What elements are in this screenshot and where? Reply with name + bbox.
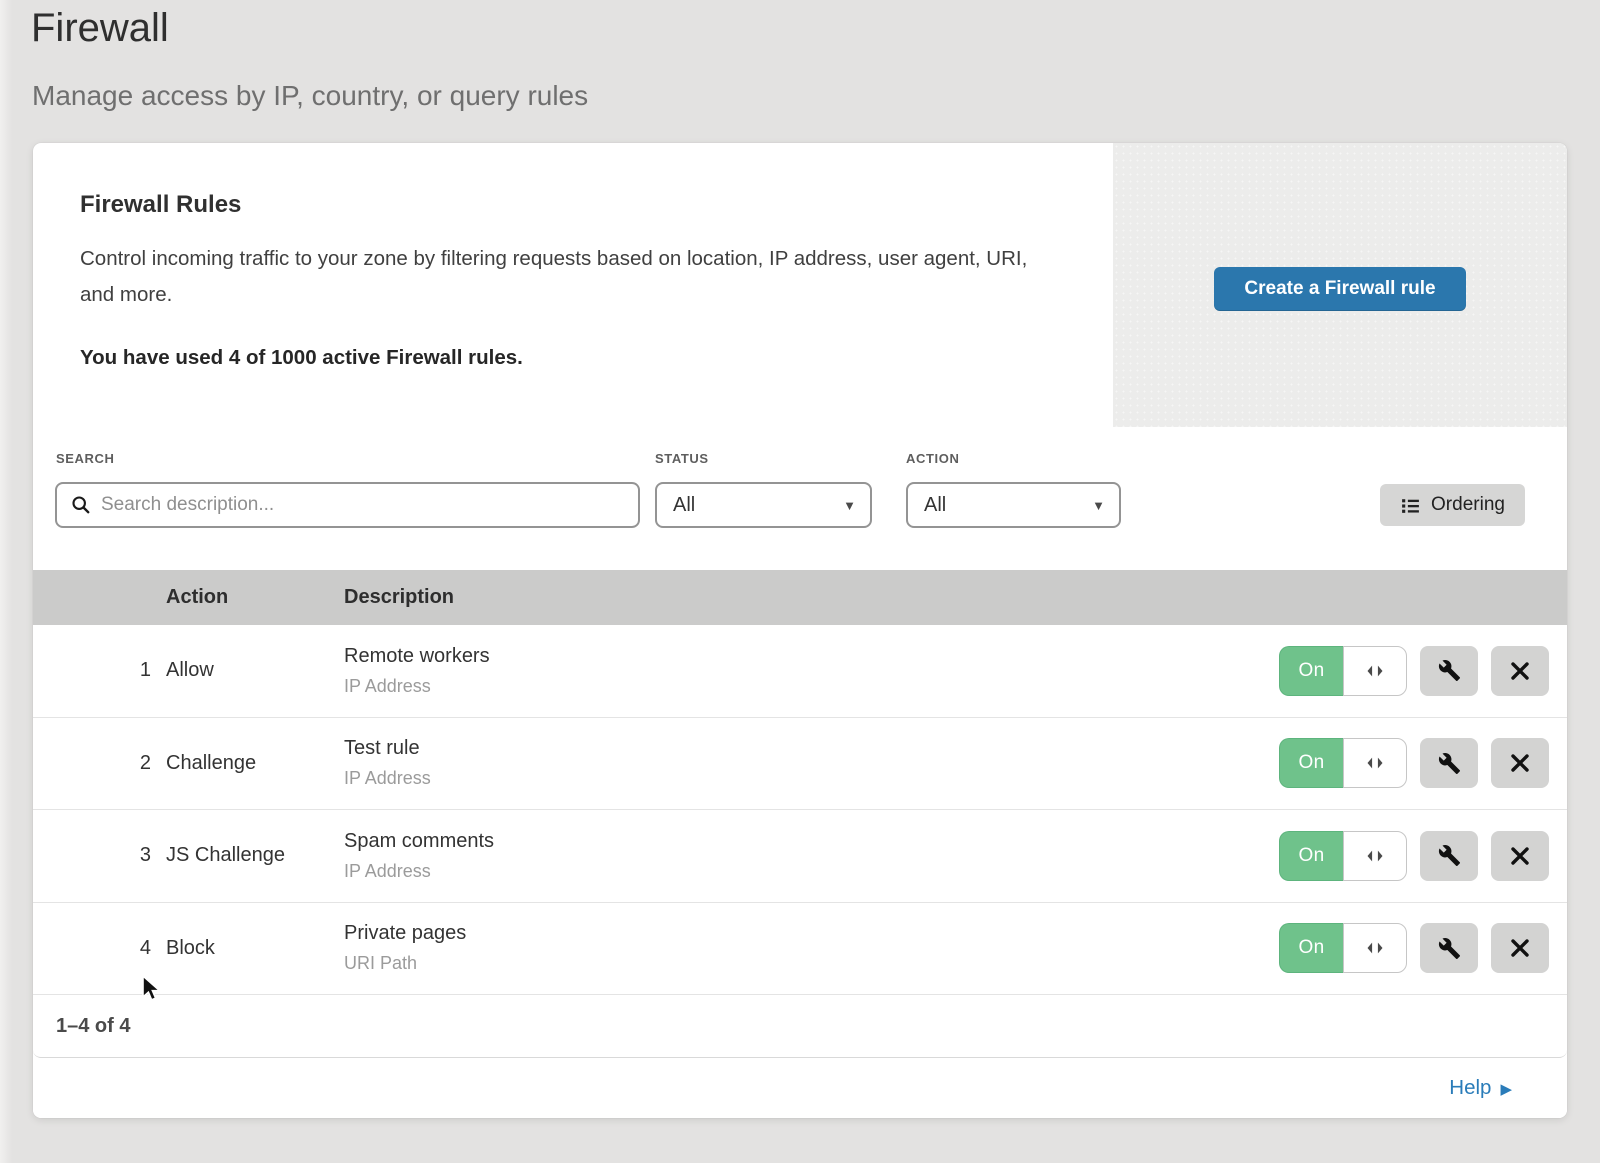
- table-row: 3 JS Challenge Spam comments IP Address …: [33, 810, 1567, 903]
- close-icon: [1510, 661, 1530, 681]
- chevron-down-icon: ▼: [1092, 498, 1105, 513]
- toggle-arrows-icon: [1343, 646, 1407, 696]
- toggle-on-label: On: [1279, 646, 1343, 696]
- help-link[interactable]: Help ▶: [1449, 1076, 1512, 1100]
- status-selected-value: All: [673, 494, 695, 517]
- toggle-arrows-icon: [1343, 831, 1407, 881]
- status-select[interactable]: All ▼: [655, 482, 872, 528]
- overview-section: Firewall Rules Control incoming traffic …: [80, 191, 1080, 370]
- rule-enabled-toggle[interactable]: On: [1279, 831, 1407, 881]
- rule-action: Block: [166, 937, 344, 960]
- wrench-icon: [1438, 659, 1461, 682]
- rule-description: Test rule: [344, 737, 1279, 760]
- wrench-icon: [1438, 937, 1461, 960]
- delete-rule-button[interactable]: [1491, 831, 1549, 881]
- page-subtitle: Manage access by IP, country, or query r…: [32, 80, 588, 112]
- pagination-status: 1–4 of 4: [33, 996, 1567, 1058]
- rule-priority: 2: [33, 752, 166, 775]
- edit-rule-button[interactable]: [1420, 923, 1478, 973]
- rule-description: Spam comments: [344, 830, 1279, 853]
- close-icon: [1510, 938, 1530, 958]
- rule-description-cell: Spam comments IP Address: [344, 830, 1279, 882]
- toggle-arrows-icon: [1343, 738, 1407, 788]
- close-icon: [1510, 846, 1530, 866]
- filter-bar: SEARCH STATUS All ▼ ACTION All ▼ Orderin…: [33, 427, 1567, 570]
- rule-enabled-toggle[interactable]: On: [1279, 646, 1407, 696]
- rule-controls: On: [1279, 738, 1567, 788]
- rule-field-type: URI Path: [344, 953, 1279, 974]
- card-footer: Help ▶: [33, 1059, 1567, 1118]
- section-description: Control incoming traffic to your zone by…: [80, 241, 1030, 313]
- delete-rule-button[interactable]: [1491, 646, 1549, 696]
- help-link-label: Help: [1449, 1076, 1491, 1100]
- status-label: STATUS: [655, 451, 709, 466]
- action-selected-value: All: [924, 494, 946, 517]
- section-heading: Firewall Rules: [80, 191, 1080, 219]
- create-firewall-rule-button[interactable]: Create a Firewall rule: [1214, 267, 1466, 311]
- toggle-on-label: On: [1279, 738, 1343, 788]
- wrench-icon: [1438, 844, 1461, 867]
- rule-priority: 1: [33, 659, 166, 682]
- rule-field-type: IP Address: [344, 861, 1279, 882]
- firewall-rules-card: Create a Firewall rule Firewall Rules Co…: [33, 143, 1567, 1118]
- list-ordering-icon: [1400, 495, 1421, 516]
- rule-field-type: IP Address: [344, 768, 1279, 789]
- action-select[interactable]: All ▼: [906, 482, 1121, 528]
- rule-action: Allow: [166, 659, 344, 682]
- search-label: SEARCH: [56, 451, 115, 466]
- action-column-header: Action: [166, 586, 344, 609]
- rule-priority: 4: [33, 937, 166, 960]
- search-field-wrapper: [55, 482, 640, 528]
- search-icon: [71, 495, 91, 515]
- arrow-right-icon: ▶: [1500, 1080, 1512, 1098]
- rule-enabled-toggle[interactable]: On: [1279, 738, 1407, 788]
- ordering-button[interactable]: Ordering: [1380, 484, 1525, 526]
- rule-priority: 3: [33, 844, 166, 867]
- table-rows: 1 Allow Remote workers IP Address On: [33, 625, 1567, 995]
- table-row: 4 Block Private pages URI Path On: [33, 903, 1567, 996]
- rule-controls: On: [1279, 923, 1567, 973]
- rule-description: Private pages: [344, 922, 1279, 945]
- rule-controls: On: [1279, 646, 1567, 696]
- page-title: Firewall: [31, 6, 169, 51]
- table-header: Action Description: [33, 570, 1567, 625]
- rule-action: JS Challenge: [166, 844, 344, 867]
- rule-description-cell: Private pages URI Path: [344, 922, 1279, 974]
- search-input[interactable]: [101, 494, 624, 516]
- table-row: 2 Challenge Test rule IP Address On: [33, 718, 1567, 811]
- rule-action: Challenge: [166, 752, 344, 775]
- rule-controls: On: [1279, 831, 1567, 881]
- description-column-header: Description: [344, 586, 1279, 609]
- toggle-on-label: On: [1279, 831, 1343, 881]
- rule-description: Remote workers: [344, 645, 1279, 668]
- rule-field-type: IP Address: [344, 676, 1279, 697]
- rule-description-cell: Remote workers IP Address: [344, 645, 1279, 697]
- delete-rule-button[interactable]: [1491, 923, 1549, 973]
- toggle-arrows-icon: [1343, 923, 1407, 973]
- action-label: ACTION: [906, 451, 959, 466]
- edit-rule-button[interactable]: [1420, 646, 1478, 696]
- usage-summary: You have used 4 of 1000 active Firewall …: [80, 346, 1080, 370]
- ordering-button-label: Ordering: [1431, 494, 1505, 516]
- delete-rule-button[interactable]: [1491, 738, 1549, 788]
- wrench-icon: [1438, 752, 1461, 775]
- rule-description-cell: Test rule IP Address: [344, 737, 1279, 789]
- rule-enabled-toggle[interactable]: On: [1279, 923, 1407, 973]
- close-icon: [1510, 753, 1530, 773]
- edit-rule-button[interactable]: [1420, 738, 1478, 788]
- edit-rule-button[interactable]: [1420, 831, 1478, 881]
- chevron-down-icon: ▼: [843, 498, 856, 513]
- table-row: 1 Allow Remote workers IP Address On: [33, 625, 1567, 718]
- toggle-on-label: On: [1279, 923, 1343, 973]
- create-rule-panel: Create a Firewall rule: [1113, 143, 1567, 427]
